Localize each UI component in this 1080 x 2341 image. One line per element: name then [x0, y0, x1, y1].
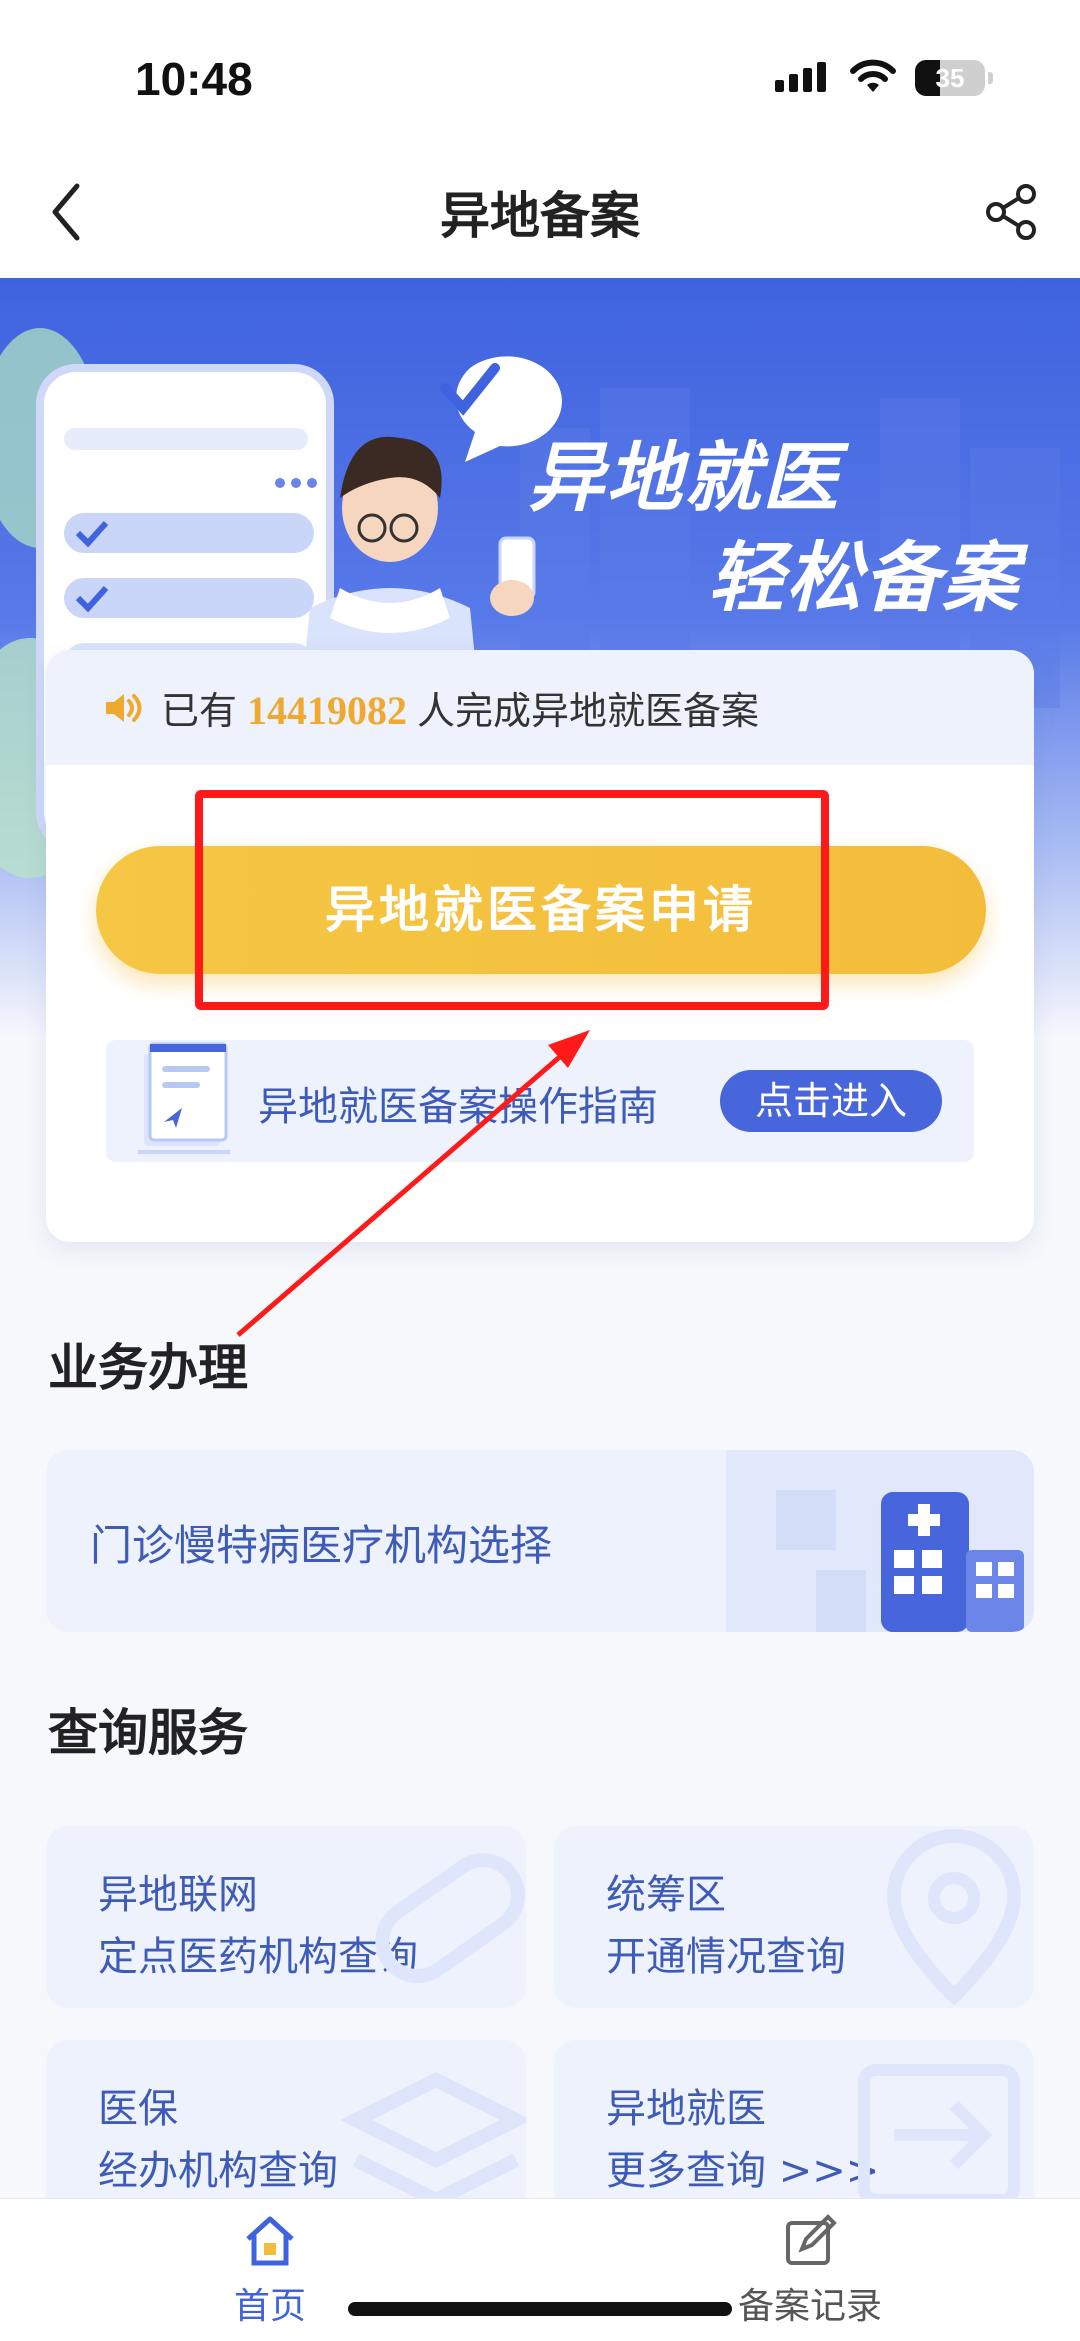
query-card-subtitle: 经办机构查询: [98, 2148, 338, 2194]
notice-bar: 已有 14419082 人完成异地就医备案: [46, 650, 1034, 765]
nav-bar: 异地备案: [0, 150, 1080, 278]
slogan-line-2: 轻松备案: [708, 533, 1020, 622]
home-indicator: [348, 2302, 732, 2316]
more-query-card[interactable]: 异地就医 更多查询 >>>: [554, 2040, 1034, 2222]
cellular-signal-icon: [775, 62, 826, 92]
status-bar: 10:48 35: [0, 0, 1080, 150]
status-time: 10:48: [135, 53, 253, 105]
notice-prefix: 已有: [161, 689, 238, 733]
layers-icon: [340, 2072, 526, 2208]
slogan-line-1: 异地就医: [528, 433, 840, 522]
transfer-icon: [858, 2064, 1020, 2206]
business-section-title: 业务办理: [48, 1339, 248, 1397]
agency-query-card[interactable]: 医保 经办机构查询: [46, 2040, 526, 2222]
notice-suffix: 人完成异地就医备案: [417, 689, 760, 733]
guide-enter-button[interactable]: 点击进入: [720, 1070, 942, 1132]
battery-level: 35: [935, 63, 965, 93]
pill-icon: [375, 1853, 525, 1984]
query-card-title: 统筹区: [606, 1872, 726, 1918]
chronic-disease-institution-label: 门诊慢特病医疗机构选择: [90, 1521, 553, 1570]
home-icon: [246, 2216, 294, 2266]
guide-text: 异地就医备案操作指南: [258, 1084, 658, 1130]
location-pin-icon: [886, 1829, 1022, 2006]
network-pharmacy-query-card[interactable]: 异地联网 定点医药机构查询: [46, 1826, 526, 2008]
tab-home-label: 首页: [233, 2286, 306, 2327]
notice-count: 14419082: [247, 688, 408, 733]
query-section-title: 查询服务: [48, 1704, 248, 1762]
hospital-icon: [726, 1450, 1034, 1632]
wifi-icon: [850, 59, 896, 92]
notice-text: 已有 14419082 人完成异地就医备案: [161, 680, 759, 735]
query-card-title: 医保: [98, 2086, 178, 2132]
guide-banner[interactable]: 异地就医备案操作指南 点击进入: [106, 1040, 974, 1162]
query-card-title: 异地就医: [606, 2086, 766, 2132]
tab-home[interactable]: 首页: [170, 2213, 370, 2329]
query-card-subtitle: 开通情况查询: [606, 1934, 846, 1980]
document-icon: [138, 1042, 230, 1154]
query-card-title: 异地联网: [98, 1872, 258, 1918]
highlight-box: [195, 790, 829, 1010]
page-title: 异地备案: [440, 187, 640, 245]
chronic-disease-institution-card[interactable]: 门诊慢特病医疗机构选择: [46, 1450, 1034, 1632]
share-icon[interactable]: [980, 180, 1044, 244]
banner-slogan: 异地就医 轻松备案: [528, 428, 1020, 628]
edit-record-icon: [786, 2214, 837, 2265]
tab-records-label: 备案记录: [737, 2286, 882, 2327]
tab-bar: 首页 备案记录: [0, 2198, 1080, 2341]
tab-records[interactable]: 备案记录: [710, 2213, 910, 2329]
speaker-icon: [106, 694, 142, 722]
battery-icon: 35: [915, 60, 993, 96]
region-status-query-card[interactable]: 统筹区 开通情况查询: [554, 1826, 1034, 2008]
